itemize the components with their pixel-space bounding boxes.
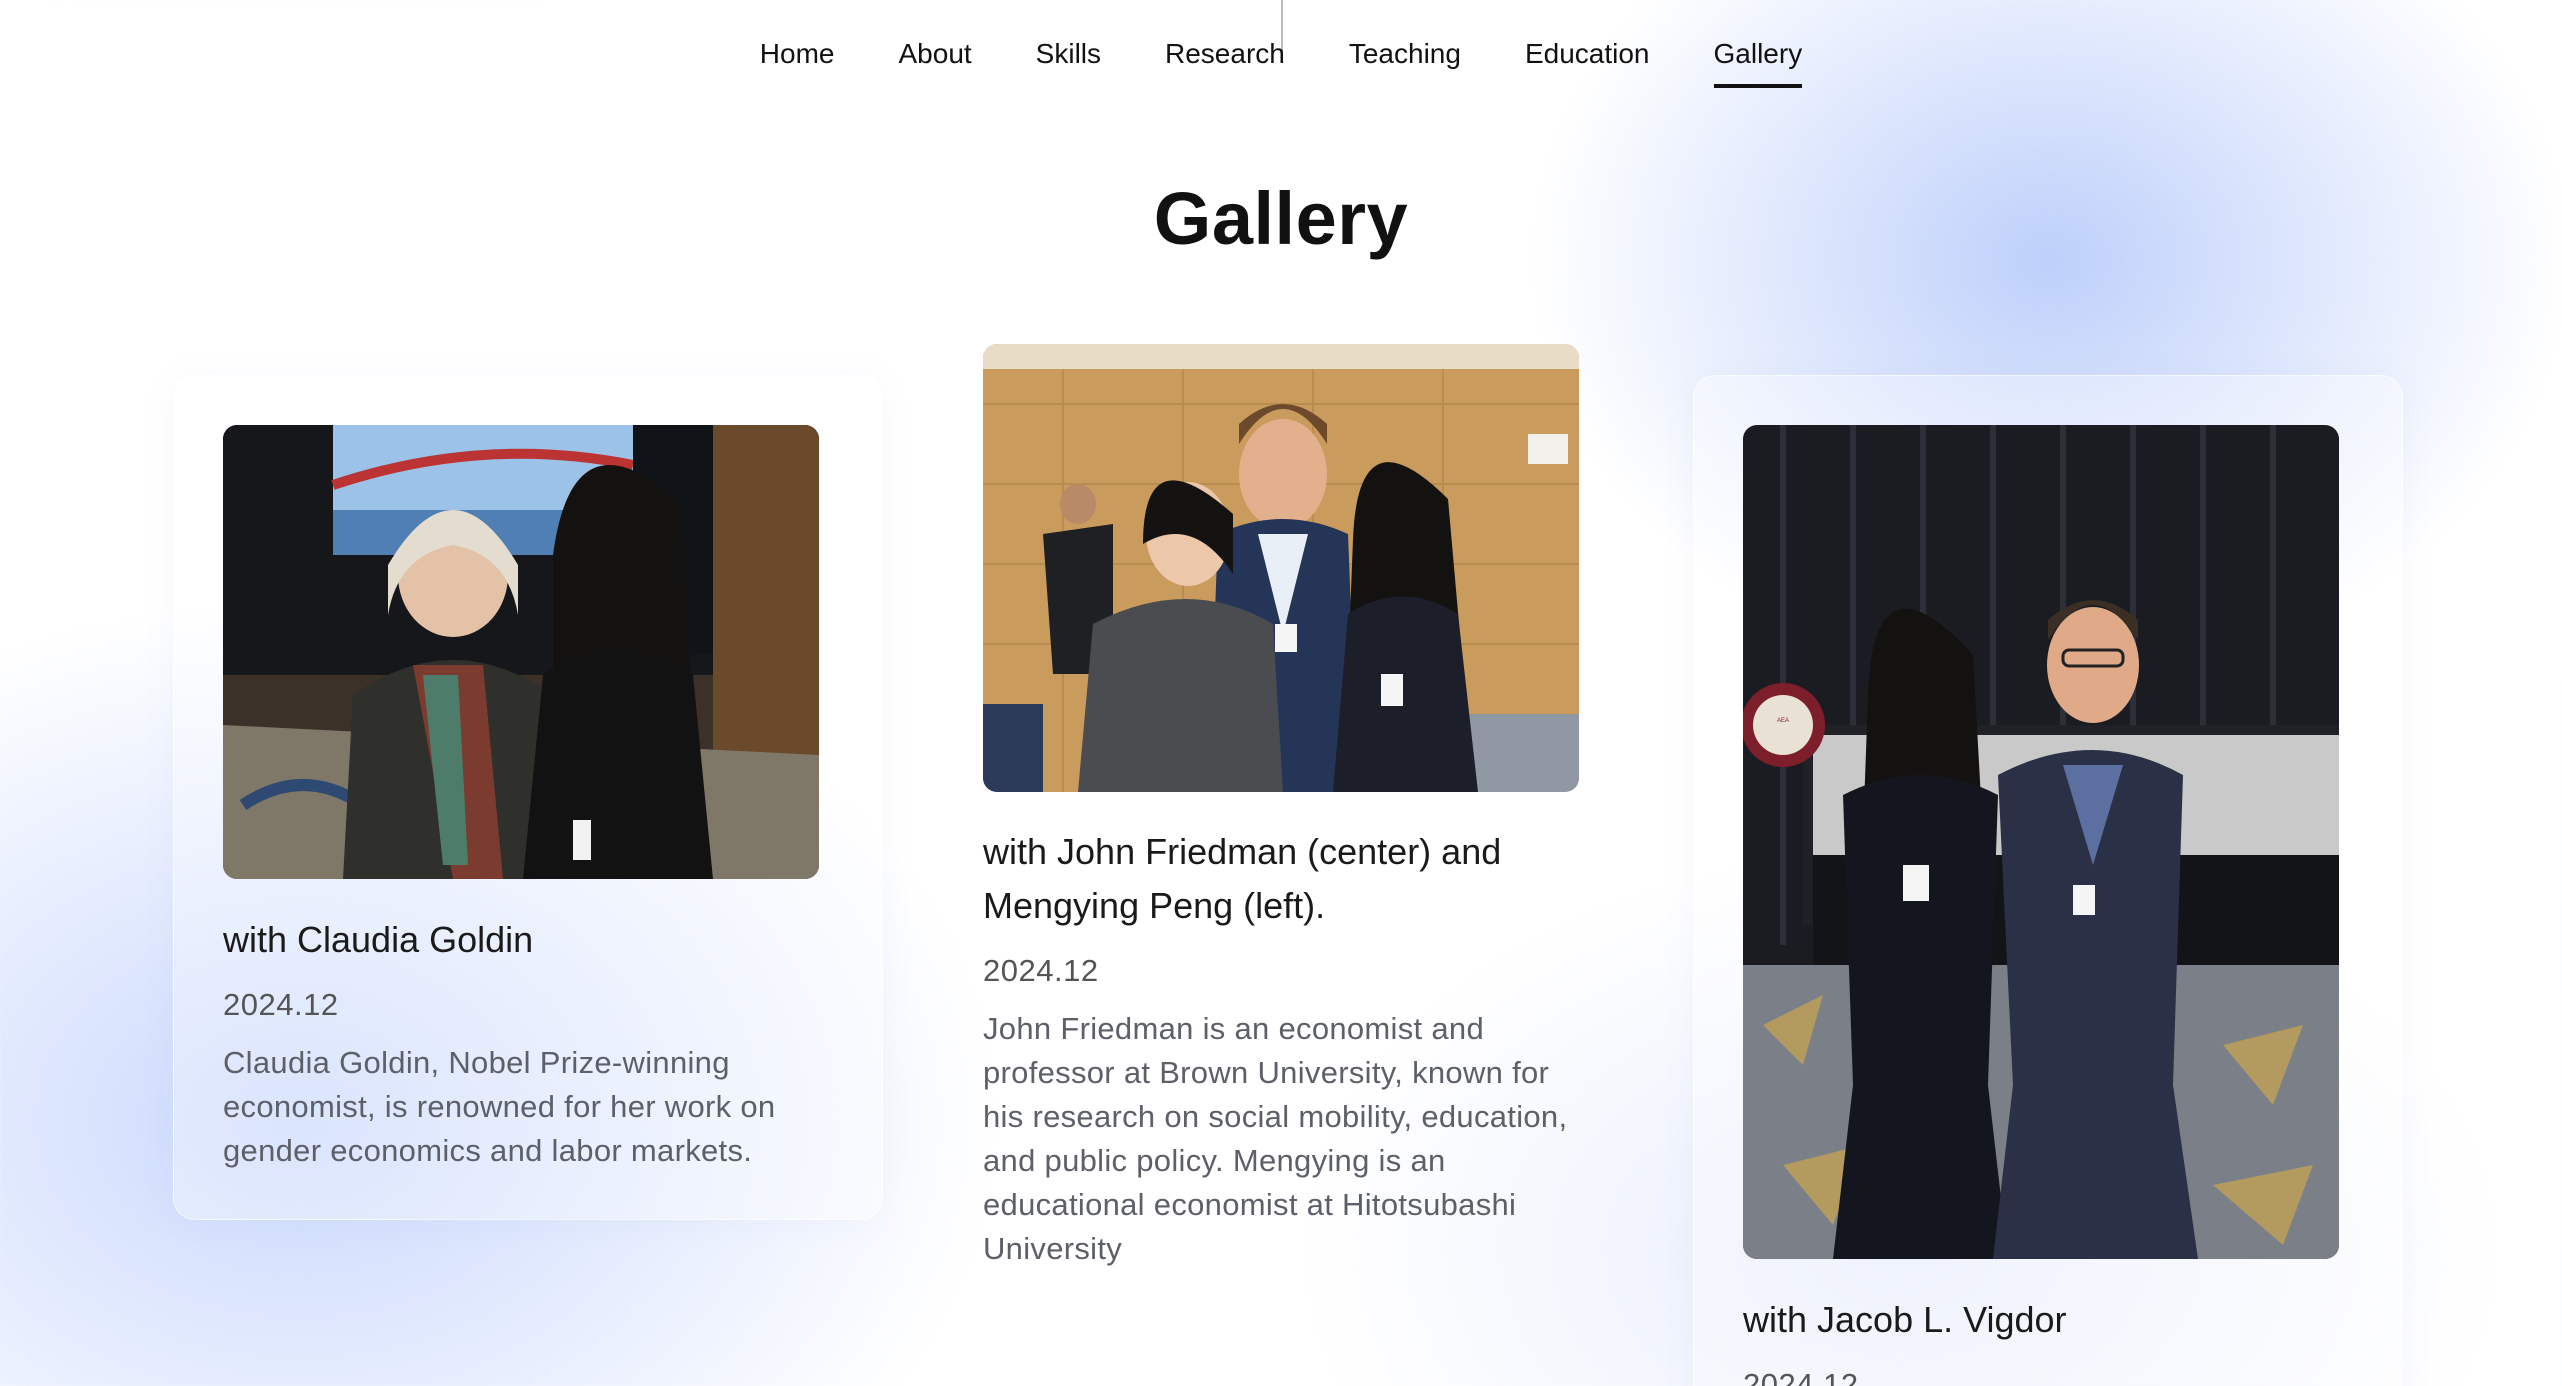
photo-goldin[interactable] [223, 425, 819, 879]
date-goldin: 2024.12 [223, 987, 339, 1022]
caption-goldin: with Claudia Goldin [223, 919, 534, 960]
podium-seal-text: AEA [1777, 718, 1789, 724]
gallery-card-vigdor: AEA with Jacob L. Vigdor 2024.12 [1693, 375, 2403, 1386]
nav-skills[interactable]: Skills [1036, 28, 1101, 88]
photo-goldin-image [223, 425, 819, 879]
main-nav: Home About Skills Research Teaching Educ… [0, 28, 2562, 88]
caption-friedman: with John Friedman (center) and Mengying… [983, 831, 1502, 926]
nav-about[interactable]: About [899, 28, 972, 88]
description-goldin: Claudia Goldin, Nobel Prize-winning econ… [223, 1045, 776, 1168]
photo-vigdor-image: AEA [1743, 425, 2339, 1259]
nav-education[interactable]: Education [1525, 28, 1650, 88]
gallery-card-goldin: with Claudia Goldin 2024.12 Claudia Gold… [173, 375, 883, 1220]
photo-friedman-image [983, 344, 1579, 792]
description-friedman: John Friedman is an economist and profes… [983, 1011, 1568, 1266]
nav-teaching[interactable]: Teaching [1349, 28, 1461, 88]
photo-vigdor[interactable]: AEA [1743, 425, 2339, 1259]
nav-research[interactable]: Research [1165, 28, 1285, 88]
date-friedman: 2024.12 [983, 953, 1099, 988]
nav-gallery[interactable]: Gallery [1713, 28, 1802, 88]
photo-friedman[interactable] [983, 344, 1579, 792]
date-vigdor: 2024.12 [1743, 1367, 1859, 1386]
nav-home[interactable]: Home [760, 28, 835, 88]
caption-vigdor: with Jacob L. Vigdor [1743, 1299, 2067, 1340]
page-title: Gallery [1153, 177, 1409, 260]
gallery-card-friedman: with John Friedman (center) and Mengying… [983, 344, 1693, 1271]
